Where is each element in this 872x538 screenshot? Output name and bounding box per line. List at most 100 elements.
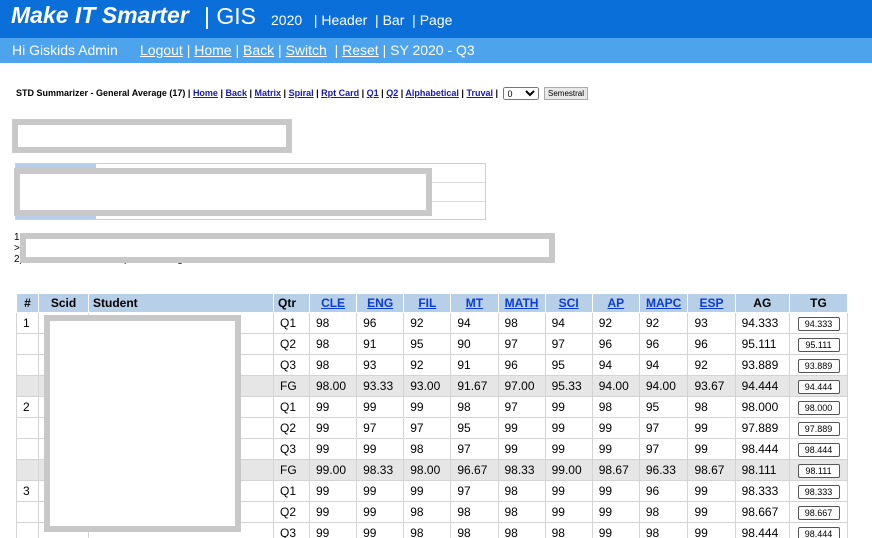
tg-input[interactable]: 93.889 xyxy=(797,358,840,373)
summ-q1-link[interactable]: Q1 xyxy=(367,88,379,98)
row-grade: 99.00 xyxy=(544,459,593,481)
row-grade: 97 xyxy=(450,480,499,502)
sort-mt-link[interactable]: MT xyxy=(466,296,483,310)
header-nav-item[interactable]: Page xyxy=(420,12,453,28)
period-select[interactable]: 0 xyxy=(502,87,539,100)
row-tg-cell: 98.000 xyxy=(789,396,848,418)
row-grade: 94 xyxy=(638,354,689,376)
row-tg-cell: 94.333 xyxy=(789,312,848,334)
summ-matrix-link[interactable]: Matrix xyxy=(255,88,282,98)
sort-math-link[interactable]: MATH xyxy=(505,296,539,310)
row-grade: 98 xyxy=(450,501,499,523)
row-grade: 99 xyxy=(687,522,736,538)
col-math[interactable]: MATH xyxy=(497,293,546,313)
tg-input[interactable]: 98.000 xyxy=(797,400,840,415)
summ-back-link[interactable]: Back xyxy=(225,88,247,98)
summ-home-link[interactable]: Home xyxy=(193,88,218,98)
row-qtr: Q2 xyxy=(273,333,310,355)
row-grade: 95.33 xyxy=(544,375,593,397)
sort-mapc-link[interactable]: MAPC xyxy=(646,296,681,310)
col-student: Student xyxy=(88,293,274,313)
col-sci[interactable]: SCI xyxy=(544,293,593,313)
row-grade: 99 xyxy=(308,417,358,439)
tg-input[interactable]: 98.444 xyxy=(797,526,840,538)
col-eng[interactable]: ENG xyxy=(356,293,405,313)
row-grade: 96 xyxy=(687,333,736,355)
row-number xyxy=(16,438,39,460)
row-tg-cell: 95.111 xyxy=(789,333,848,355)
tg-input[interactable]: 97.889 xyxy=(797,421,840,436)
row-grade: 97 xyxy=(403,417,452,439)
home-link[interactable]: Home xyxy=(194,42,231,58)
tg-input[interactable]: 94.444 xyxy=(797,379,840,394)
summ-truval-link[interactable]: Truval xyxy=(466,88,493,98)
row-grade: 96 xyxy=(356,312,405,334)
col-fil[interactable]: FIL xyxy=(403,293,452,313)
summ-alphabetical-link[interactable]: Alphabetical xyxy=(405,88,459,98)
col-tg: TG xyxy=(789,293,848,313)
tg-input[interactable]: 94.333 xyxy=(797,316,840,331)
summ-q2-link[interactable]: Q2 xyxy=(386,88,398,98)
row-grade: 97 xyxy=(497,396,546,418)
row-grade: 99 xyxy=(308,480,358,502)
semestral-button[interactable]: Semestral xyxy=(544,87,589,100)
row-grade: 99 xyxy=(687,480,736,502)
row-grade: 99 xyxy=(544,396,593,418)
col-esp[interactable]: ESP xyxy=(687,293,736,313)
row-grade: 99 xyxy=(687,417,736,439)
row-grade: 98 xyxy=(497,522,546,538)
row-grade: 99 xyxy=(591,438,640,460)
row-number xyxy=(16,354,39,376)
row-grade: 98 xyxy=(638,522,689,538)
col-mapc[interactable]: MAPC xyxy=(638,293,689,313)
row-grade: 99 xyxy=(356,501,405,523)
row-number xyxy=(16,459,39,481)
sort-esp-link[interactable]: ESP xyxy=(699,296,723,310)
tg-input[interactable]: 95.111 xyxy=(797,337,840,352)
back-link[interactable]: Back xyxy=(243,42,274,58)
header-nav-item[interactable]: Header xyxy=(321,12,367,28)
sort-fil-link[interactable]: FIL xyxy=(418,296,436,310)
row-grade: 99 xyxy=(308,438,358,460)
sub-navigation-bar: Hi Giskids Admin Logout | Home | Back | … xyxy=(0,38,872,63)
row-grade: 98 xyxy=(591,396,640,418)
row-grade: 96 xyxy=(638,480,689,502)
row-grade: 98 xyxy=(497,501,546,523)
reset-link[interactable]: Reset xyxy=(342,42,379,58)
row-ag: 98.111 xyxy=(734,459,791,481)
sort-eng-link[interactable]: ENG xyxy=(367,296,393,310)
row-grade: 93 xyxy=(687,312,736,334)
row-qtr: Q2 xyxy=(273,417,310,439)
header-nav-year: 2020 xyxy=(271,12,303,28)
tg-input[interactable]: 98.111 xyxy=(797,463,840,478)
row-grade: 99 xyxy=(591,501,640,523)
row-grade: 92 xyxy=(403,312,452,334)
tg-input[interactable]: 98.667 xyxy=(797,505,840,520)
switch-link[interactable]: Switch xyxy=(286,42,327,58)
row-grade: 96.67 xyxy=(450,459,499,481)
summ-spiral-link[interactable]: Spiral xyxy=(289,88,314,98)
row-grade: 93 xyxy=(356,354,405,376)
header-nav-item[interactable]: Bar xyxy=(383,12,405,28)
row-grade: 99 xyxy=(497,417,546,439)
sort-cle-link[interactable]: CLE xyxy=(321,296,345,310)
sort-sci-link[interactable]: SCI xyxy=(559,296,579,310)
row-grade: 99 xyxy=(308,501,358,523)
col-ap[interactable]: AP xyxy=(591,293,640,313)
row-grade: 96 xyxy=(638,333,689,355)
col-mt[interactable]: MT xyxy=(450,293,499,313)
logout-link[interactable]: Logout xyxy=(140,42,183,58)
summ-rptcard-link[interactable]: Rpt Card xyxy=(321,88,359,98)
row-number xyxy=(16,375,39,397)
tg-input[interactable]: 98.444 xyxy=(797,442,840,457)
row-grade: 97.00 xyxy=(497,375,546,397)
row-grade: 97 xyxy=(638,417,689,439)
col-cle[interactable]: CLE xyxy=(308,293,358,313)
user-greeting: Hi Giskids Admin xyxy=(12,42,118,58)
sort-ap-link[interactable]: AP xyxy=(607,296,624,310)
row-grade: 99 xyxy=(544,438,593,460)
tg-input[interactable]: 98.333 xyxy=(797,484,840,499)
row-tg-cell: 98.444 xyxy=(789,522,848,538)
row-grade: 99 xyxy=(308,396,358,418)
row-ag: 97.889 xyxy=(734,417,791,439)
